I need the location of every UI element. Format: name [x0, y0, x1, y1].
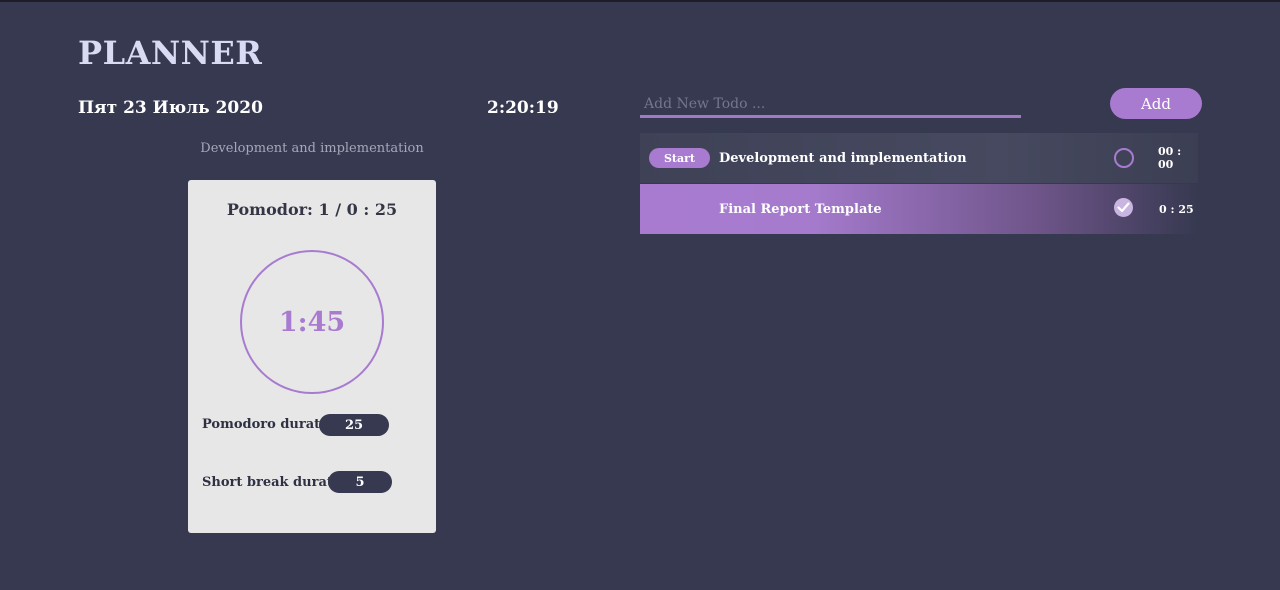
timer-value: 1:45	[278, 306, 346, 338]
current-task-label: Development and implementation	[200, 141, 424, 156]
todo-item: Final Report Template 0 : 25	[640, 184, 1198, 234]
add-todo-input[interactable]: Add New Todo ...	[640, 92, 1021, 118]
current-date: Пят 23 Июль 2020	[78, 98, 263, 118]
pomodoro-duration-input[interactable]: 25	[319, 414, 389, 436]
checkmark-icon	[1117, 202, 1130, 213]
current-time: 2:20:19	[487, 98, 559, 118]
start-button[interactable]: Start	[649, 148, 710, 168]
short-break-duration-input[interactable]: 5	[328, 471, 392, 493]
planner-page: PLANNER Пят 23 Июль 2020 2:20:19 Develop…	[0, 0, 1280, 590]
pomodoro-card: Pomodor: 1 / 0 : 25 1:45 Pomodoro durati…	[188, 180, 436, 533]
todo-time: 00 : 00	[1158, 145, 1182, 171]
top-border	[0, 0, 1280, 2]
app-title: PLANNER	[78, 34, 263, 72]
timer-circle: 1:45	[240, 250, 384, 394]
add-todo-button[interactable]: Add	[1110, 88, 1202, 119]
check-circle-icon[interactable]	[1114, 198, 1133, 217]
circle-outline-icon[interactable]	[1114, 148, 1134, 168]
todo-item: Start Development and implementation 00 …	[640, 133, 1198, 183]
pomodoro-status: Pomodor: 1 / 0 : 25	[226, 200, 398, 219]
todo-time: 0 : 25	[1159, 202, 1194, 216]
todo-text: Development and implementation	[719, 150, 967, 166]
todo-text: Final Report Template	[719, 201, 882, 217]
